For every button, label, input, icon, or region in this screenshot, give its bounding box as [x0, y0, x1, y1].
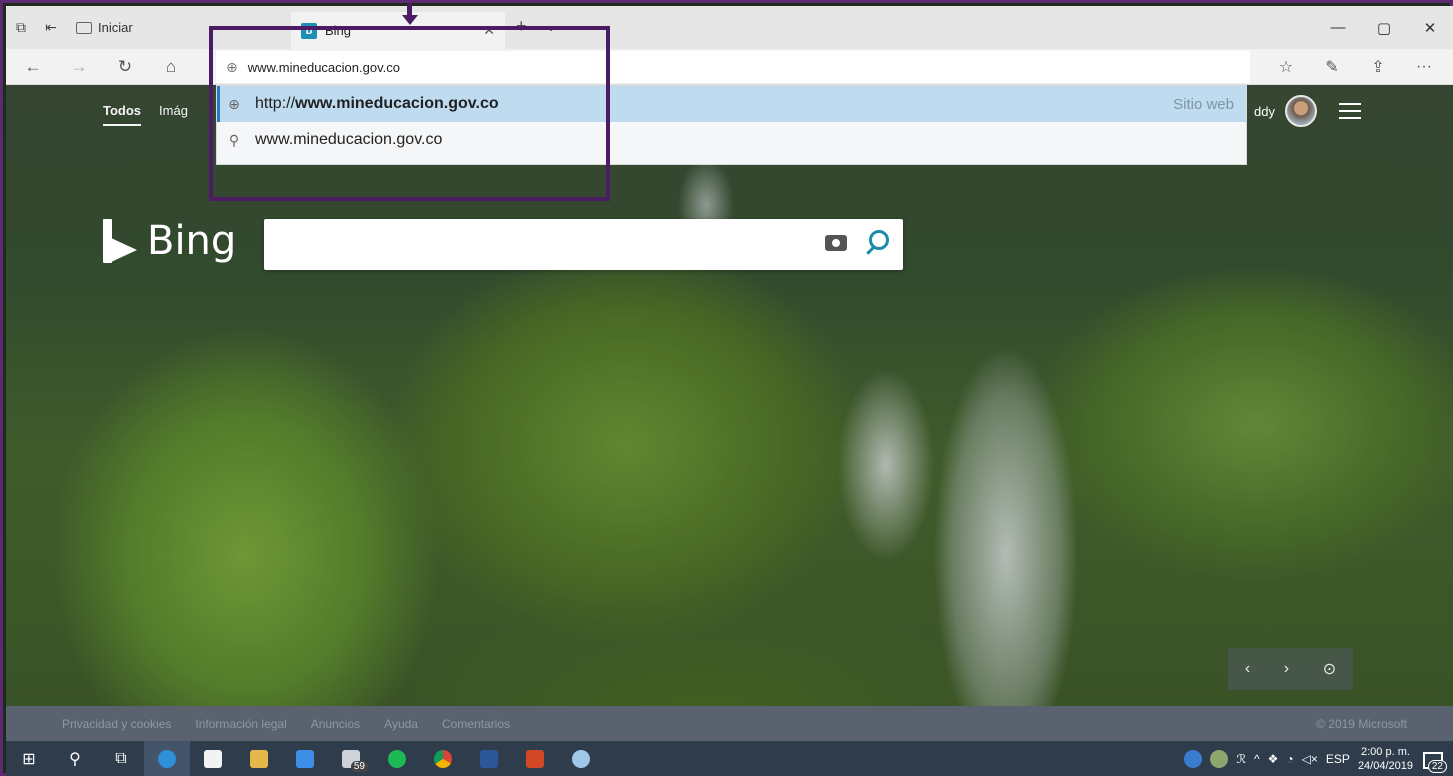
file-explorer-icon[interactable]	[236, 741, 282, 776]
chrome-icon[interactable]	[420, 741, 466, 776]
restore-tabs-icon[interactable]: ⇤	[36, 6, 66, 49]
dropbox-icon[interactable]	[282, 741, 328, 776]
windows-taskbar: ⊞ ⚲ ⧉ 59 ℛ ^ ❖ ◔ ◁× ESP 2:00 p. m. 24/04…	[6, 741, 1453, 776]
date: 24/04/2019	[1357, 759, 1413, 772]
windows-start-icon[interactable]: ⊞	[6, 741, 52, 776]
camera-icon[interactable]	[825, 235, 847, 251]
more-options-icon[interactable]: ···	[1401, 49, 1447, 85]
bing-footer: Privacidad y cookies Información legal A…	[6, 706, 1453, 741]
word-icon[interactable]	[466, 741, 512, 776]
search-icon[interactable]: ⚲	[52, 741, 98, 776]
avatar[interactable]	[1285, 95, 1317, 127]
notification-count: 22	[1427, 759, 1447, 773]
suggestion-type: Sitio web	[1173, 95, 1234, 113]
bing-logo: Bing	[103, 218, 236, 264]
annotation-highlight-box	[209, 26, 610, 201]
copyright: © 2019 Microsoft	[1316, 716, 1407, 731]
paint-icon[interactable]	[558, 741, 604, 776]
scope-imagenes[interactable]: Imág	[159, 103, 188, 126]
system-tray: ℛ ^ ❖ ◔ ◁× ESP 2:00 p. m. 24/04/2019 22	[1184, 741, 1453, 776]
action-center-icon[interactable]: 22	[1421, 748, 1447, 773]
time: 2:00 p. m.	[1361, 745, 1410, 758]
forward-button[interactable]: →	[62, 49, 96, 85]
minimize-button[interactable]: —	[1315, 6, 1361, 49]
mail-badge: 59	[350, 761, 368, 772]
share-icon[interactable]: ⇪	[1355, 49, 1401, 85]
window-controls: — ▢ ✕	[1315, 6, 1453, 49]
refresh-button[interactable]: ↻	[108, 49, 142, 85]
wifi-icon[interactable]: ◔	[1286, 752, 1293, 766]
next-image-icon[interactable]: ›	[1284, 660, 1289, 678]
footer-link-feedback[interactable]: Comentarios	[442, 717, 510, 731]
notes-pen-icon[interactable]: ✎	[1309, 49, 1355, 85]
start-page-icon	[76, 21, 92, 34]
store-icon[interactable]	[190, 741, 236, 776]
volume-muted-icon[interactable]: ◁×	[1302, 752, 1318, 766]
tab-iniciar[interactable]: Iniciar	[66, 6, 143, 49]
edge-icon[interactable]	[144, 741, 190, 776]
footer-link-help[interactable]: Ayuda	[384, 717, 418, 731]
language-indicator[interactable]: ESP	[1326, 752, 1350, 766]
back-button[interactable]: ←	[16, 49, 50, 85]
toolbar-right: ☆ ✎ ⇪ ···	[1263, 49, 1447, 85]
mail-icon[interactable]: 59	[328, 741, 374, 776]
image-navigation: ‹ › ⊙	[1228, 648, 1353, 690]
help-icon[interactable]	[1184, 749, 1203, 768]
location-pin-icon[interactable]: ⊙	[1323, 659, 1336, 679]
spotify-icon[interactable]	[374, 741, 420, 776]
user-area[interactable]: ddy	[1254, 95, 1317, 127]
logo-text: Bing	[147, 218, 237, 264]
powerpoint-icon[interactable]	[512, 741, 558, 776]
screenshot-frame: ⧉ ⇤ Iniciar b Bing ✕ + ⌄ — ▢ ✕ ← → ↻ ⌂ ⊕…	[0, 0, 1453, 776]
tabs-aside-icon[interactable]: ⧉	[6, 6, 36, 49]
task-view-icon[interactable]: ⧉	[98, 741, 144, 776]
user-tray-icon[interactable]	[1210, 749, 1229, 768]
tray-overflow-icon[interactable]: ^	[1254, 752, 1260, 766]
bing-logo-icon	[103, 219, 137, 263]
scope-bar: Todos Imág	[103, 103, 188, 126]
tab-label: Iniciar	[98, 20, 133, 35]
search-input[interactable]	[264, 219, 903, 270]
people-icon[interactable]: ℛ	[1236, 752, 1246, 766]
dropbox-tray-icon[interactable]: ❖	[1268, 752, 1279, 766]
clock[interactable]: 2:00 p. m. 24/04/2019	[1358, 745, 1413, 773]
user-name[interactable]: ddy	[1254, 104, 1275, 119]
footer-link-privacy[interactable]: Privacidad y cookies	[62, 717, 171, 731]
search-icon[interactable]	[869, 230, 889, 250]
close-window-button[interactable]: ✕	[1407, 6, 1453, 49]
scope-todos[interactable]: Todos	[103, 103, 142, 126]
home-button[interactable]: ⌂	[154, 49, 188, 85]
footer-link-legal[interactable]: Información legal	[195, 717, 286, 731]
hamburger-menu-icon[interactable]	[1339, 103, 1361, 119]
previous-image-icon[interactable]: ‹	[1245, 660, 1250, 678]
footer-link-ads[interactable]: Anuncios	[311, 717, 360, 731]
restore-button[interactable]: ▢	[1361, 6, 1407, 49]
favorites-icon[interactable]: ☆	[1263, 49, 1309, 85]
annotation-arrow-head	[402, 15, 418, 25]
